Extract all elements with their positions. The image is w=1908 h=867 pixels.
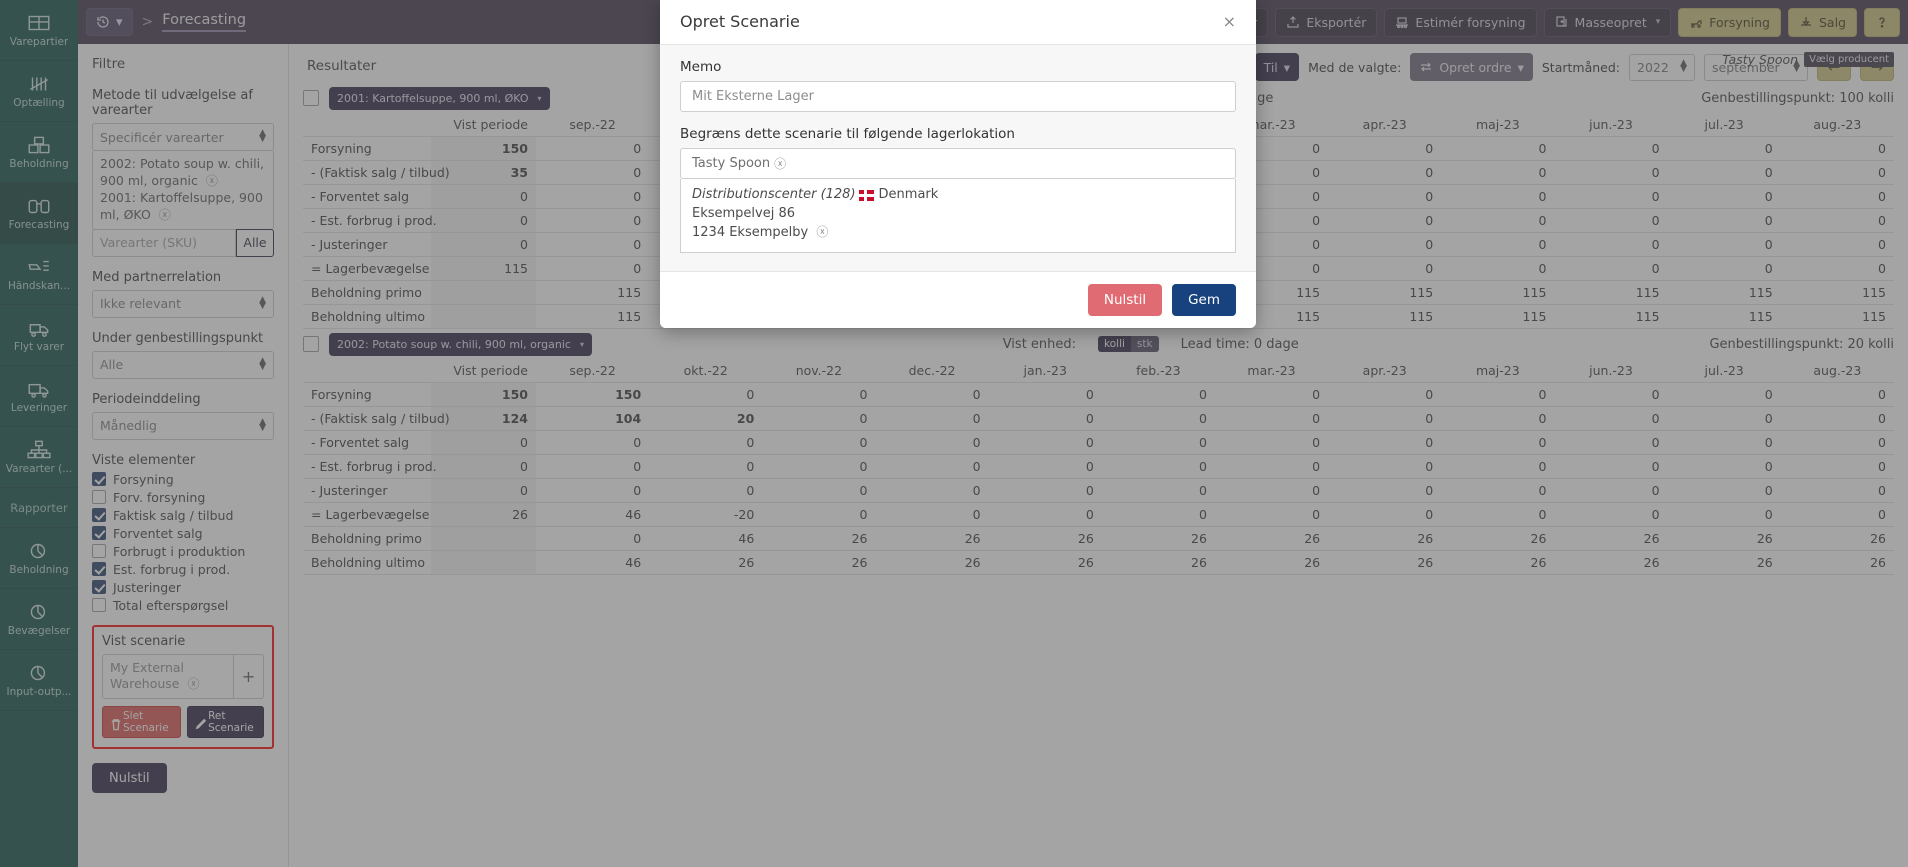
memo-input[interactable]: Mit Eksterne Lager bbox=[680, 81, 1236, 112]
dialog-title: Opret Scenarie bbox=[680, 12, 800, 31]
dialog-body: Memo Mit Eksterne Lager Begræns dette sc… bbox=[660, 45, 1256, 271]
create-scenario-dialog: Opret Scenarie × Memo Mit Eksterne Lager… bbox=[660, 0, 1256, 328]
location-option-country: Denmark bbox=[879, 186, 939, 205]
location-dropdown[interactable]: Distributionscenter (128) Denmark Eksemp… bbox=[680, 179, 1236, 253]
dialog-footer: Nulstil Gem bbox=[660, 271, 1256, 328]
location-option-city: 1234 Eksempelby bbox=[692, 225, 808, 240]
location-option-title[interactable]: Distributionscenter (128) Denmark bbox=[692, 186, 1224, 205]
location-input[interactable]: Tasty Spoon ⓧ bbox=[680, 148, 1236, 179]
dialog-header: Opret Scenarie × bbox=[660, 0, 1256, 45]
location-option-name: Distributionscenter (128) bbox=[692, 186, 856, 205]
location-value: Tasty Spoon bbox=[692, 157, 770, 170]
remove-icon[interactable]: ⓧ bbox=[774, 158, 786, 170]
remove-icon[interactable]: ⓧ bbox=[816, 224, 828, 241]
memo-label: Memo bbox=[680, 59, 1236, 75]
reset-button[interactable]: Nulstil bbox=[1088, 284, 1162, 316]
save-button[interactable]: Gem bbox=[1172, 284, 1236, 316]
location-option-city-row: 1234 Eksempelby ⓧ bbox=[692, 224, 1224, 243]
flag-dk-icon bbox=[859, 190, 874, 201]
close-icon[interactable]: × bbox=[1223, 12, 1236, 31]
location-option-street: Eksempelvej 86 bbox=[692, 205, 1224, 224]
location-label: Begræns dette scenarie til følgende lage… bbox=[680, 126, 1236, 142]
